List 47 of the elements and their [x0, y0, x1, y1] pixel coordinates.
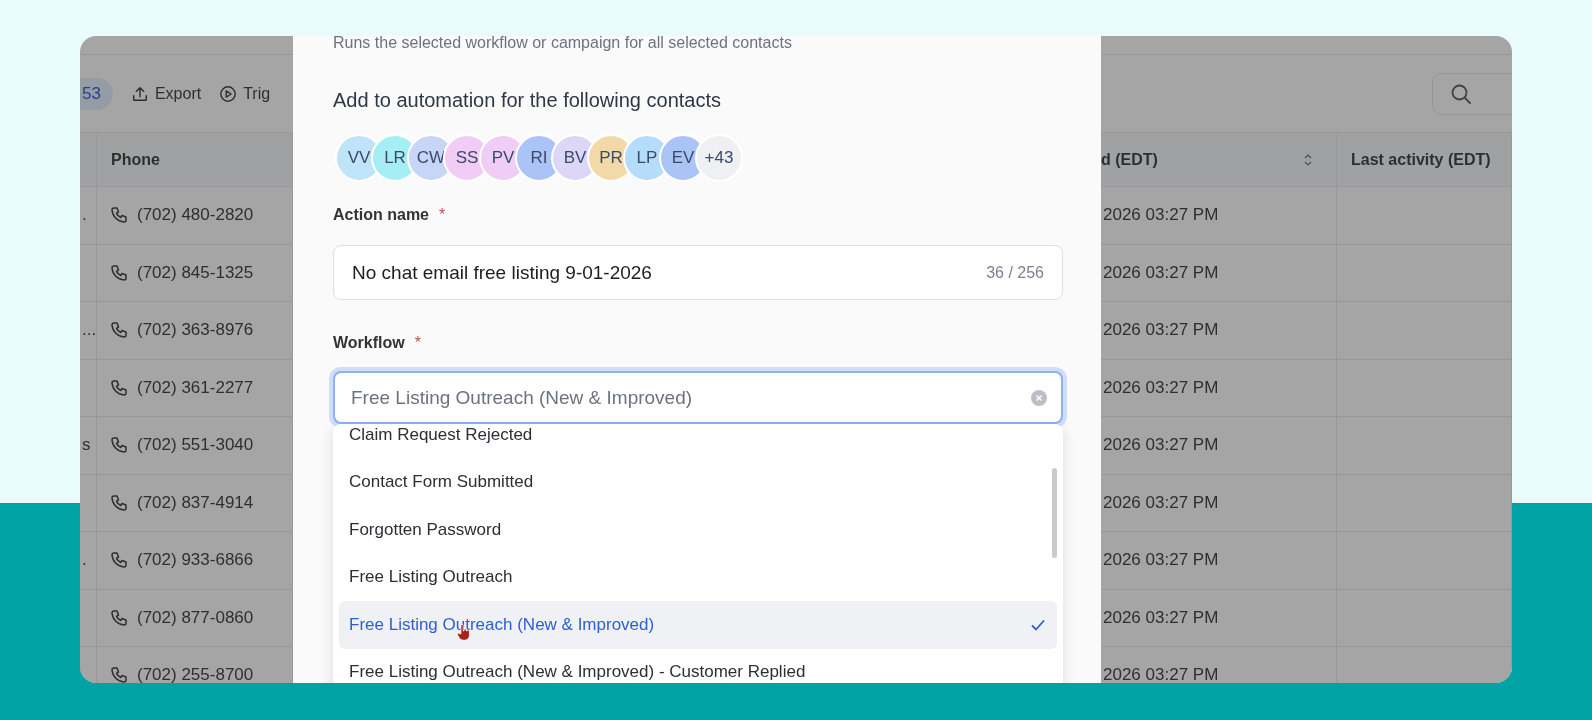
column-header: d (EDT) [1101, 150, 1158, 169]
phone-icon [109, 665, 129, 683]
phone-icon [109, 262, 129, 283]
table-cell: ... [80, 302, 97, 360]
phone-number: (702) 551-3040 [137, 435, 254, 456]
character-counter: 36 / 256 [986, 263, 1044, 282]
workflow-search-input[interactable]: Free Listing Outreach (New & Improved) [349, 385, 1031, 410]
dropdown-option[interactable]: Free Listing Outreach [339, 553, 1057, 601]
phone-number: (702) 361-2277 [137, 377, 254, 398]
phone-icon [109, 492, 129, 513]
clear-icon[interactable] [1031, 389, 1047, 406]
phone-icon [109, 435, 129, 456]
phone-number: (702) 837-4914 [137, 492, 254, 513]
more-contacts-badge: +43 [695, 134, 743, 182]
phone-number: (702) 363-8976 [137, 320, 254, 341]
phone-icon [109, 205, 129, 226]
sort-icon[interactable] [1302, 152, 1314, 167]
dropdown-option[interactable]: Claim Request Rejected [339, 424, 1057, 459]
phone-number: (702) 480-2820 [137, 205, 254, 226]
section-heading: Add to automation for the following contacts [333, 89, 722, 112]
table-cell: s [80, 417, 97, 475]
phone-number: (702) 877-0860 [137, 607, 254, 628]
phone-icon [109, 320, 129, 341]
phone-number: (702) 255-8700 [137, 665, 254, 683]
dropdown-option[interactable]: Free Listing Outreach (New & Improved) - Customer Replied [339, 648, 1057, 683]
phone-number: (702) 933-6866 [137, 550, 254, 571]
phone-icon [109, 377, 129, 398]
scrollbar[interactable] [1052, 468, 1057, 558]
dropdown-option[interactable]: Free Listing Outreach (New & Improved) [339, 601, 1057, 649]
header-cell: Phone [97, 133, 293, 187]
required-mark: * [439, 206, 446, 224]
phone-icon [109, 607, 129, 628]
table-cell: . [80, 532, 97, 590]
upload-icon [130, 84, 149, 103]
field-label: Action name [333, 206, 429, 224]
action-name-field[interactable]: No chat email free listing 9-01-2026 36 / 256 [333, 245, 1063, 300]
phone-icon [109, 550, 129, 571]
required-mark: * [414, 334, 421, 352]
field-label: Workflow [333, 334, 405, 352]
play-icon [219, 84, 238, 103]
modal-subtitle: Runs the selected workflow or campaign for all selected contacts [333, 36, 793, 53]
trigger-button[interactable]: Trig [219, 84, 271, 103]
table-cell: . [80, 187, 97, 245]
export-button[interactable]: Export [130, 84, 202, 103]
header-cell: Last activity (EDT) [1337, 133, 1512, 187]
count-badge: 53 [80, 77, 113, 110]
phone-number: (702) 845-1325 [137, 262, 254, 283]
